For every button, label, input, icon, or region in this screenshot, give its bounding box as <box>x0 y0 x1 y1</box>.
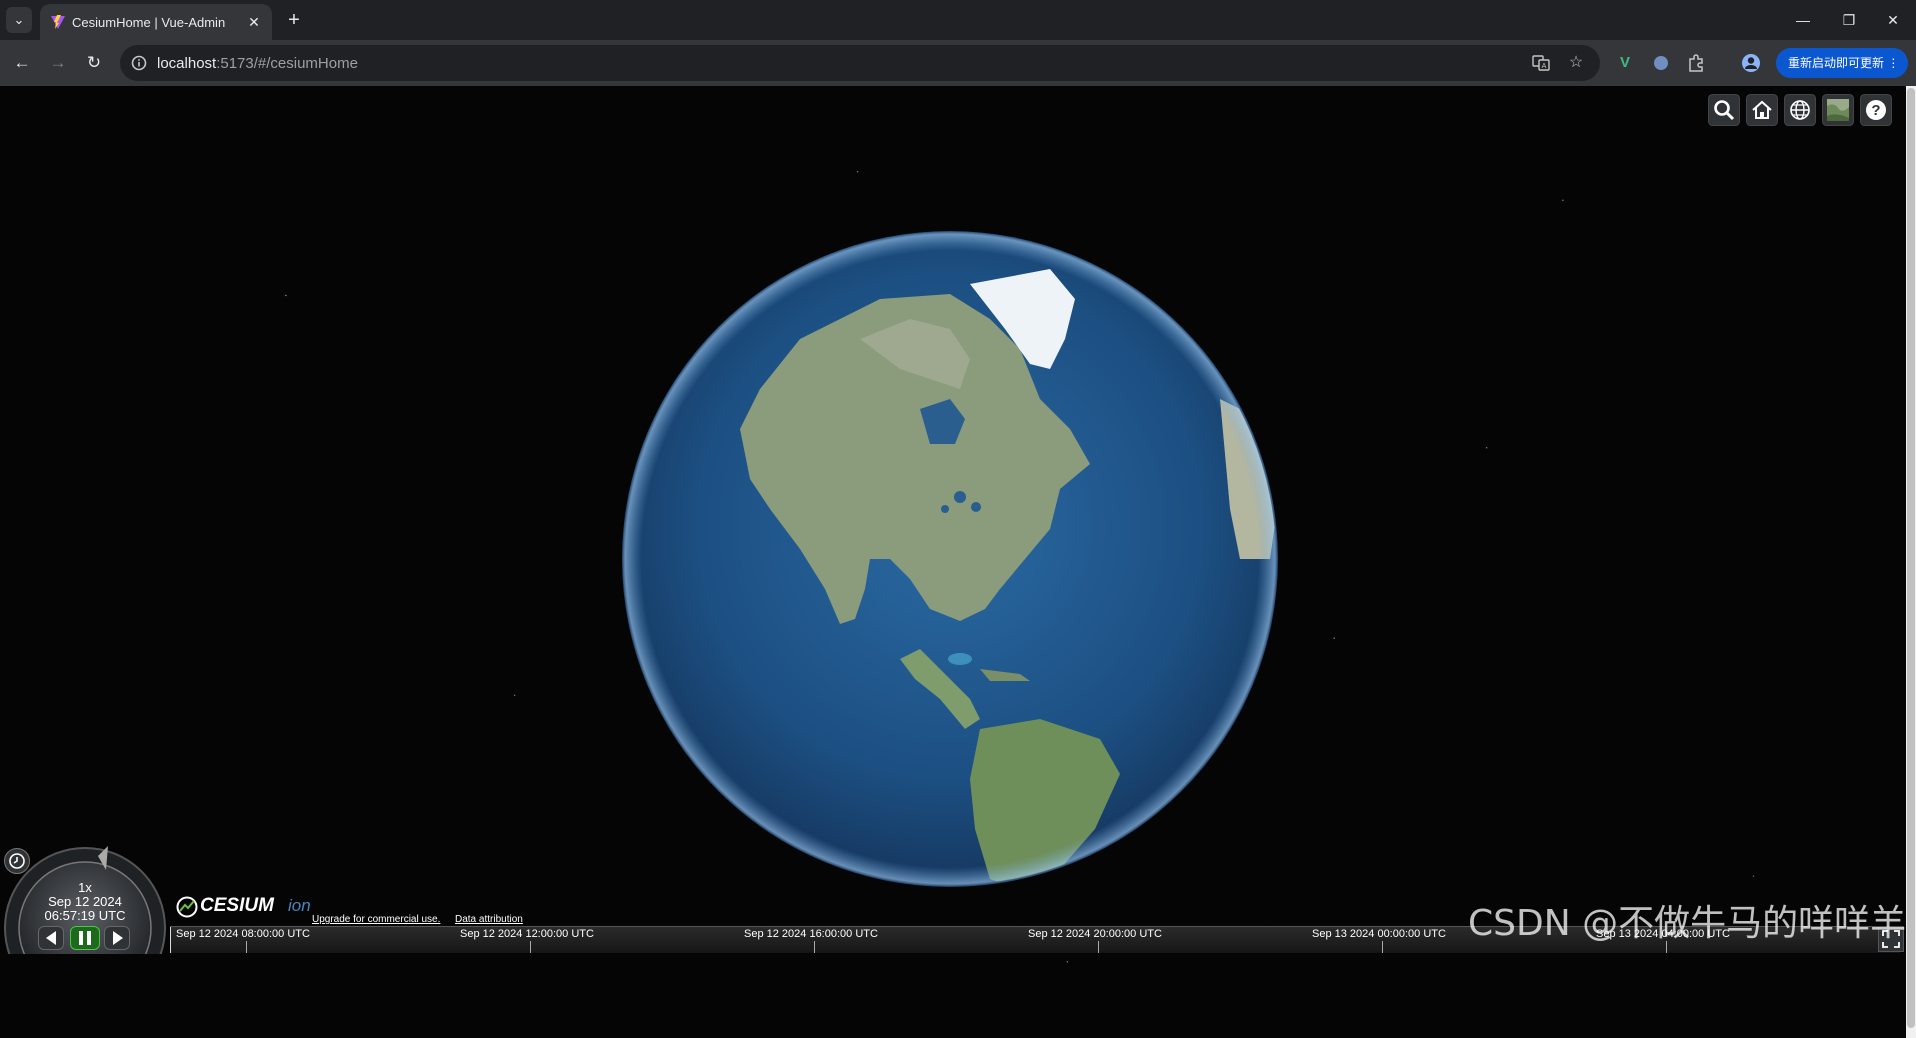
help-icon: ? <box>1866 100 1886 120</box>
geocoder-search-button[interactable] <box>1708 94 1740 126</box>
pause-icon <box>79 931 91 945</box>
scrollbar-thumb[interactable] <box>1907 88 1915 1028</box>
profile-icon[interactable] <box>1740 52 1762 74</box>
csdn-watermark: CSDN @不做牛马的咩咩羊 <box>1468 903 1907 944</box>
timeline-label: Sep 12 2024 16:00:00 UTC <box>744 928 878 940</box>
svg-text:?: ? <box>1871 102 1880 119</box>
window-close-button[interactable]: ✕ <box>1870 0 1916 40</box>
timeline-label: Sep 12 2024 12:00:00 UTC <box>460 928 594 940</box>
data-attribution-link[interactable]: Data attribution <box>455 914 523 925</box>
timeline-tick <box>814 941 815 953</box>
timeline-tick <box>246 941 247 953</box>
extension-circle-icon[interactable] <box>1650 52 1672 74</box>
animation-time: 06:57:19 UTC <box>44 908 126 923</box>
reload-button[interactable]: ↻ <box>82 51 106 75</box>
upgrade-commercial-link[interactable]: Upgrade for commercial use. <box>312 914 440 925</box>
play-reverse-button[interactable] <box>38 926 64 950</box>
home-icon <box>1752 100 1772 119</box>
geocoder-search-icon <box>1714 100 1735 121</box>
url-text[interactable]: localhost:5173/#/cesiumHome <box>157 55 358 72</box>
navigation-help-button[interactable]: ? <box>1860 94 1892 126</box>
new-tab-button[interactable]: + <box>282 8 306 32</box>
scene-mode-picker-button[interactable] <box>1784 94 1816 126</box>
play-forward-icon <box>113 931 123 945</box>
vue-devtools-icon[interactable]: V <box>1614 52 1636 74</box>
scene-mode-globe-icon <box>1790 100 1810 120</box>
browser-toolbar: ← → ↻ localhost:5173/#/cesiumHome A ☆ V … <box>0 40 1916 86</box>
realtime-clock-icon[interactable] <box>4 848 30 874</box>
timeline-tick <box>530 941 531 953</box>
pause-button[interactable] <box>70 926 100 950</box>
play-forward-button[interactable] <box>104 926 130 950</box>
window-restore-button[interactable]: ❐ <box>1826 0 1872 40</box>
timeline-tick <box>1382 941 1383 953</box>
tab-strip: ⌄ CesiumHome | Vue-Admin ✕ + — ❐ ✕ <box>0 0 1916 40</box>
timeline-label: Sep 12 2024 20:00:00 UTC <box>1028 928 1162 940</box>
forward-button[interactable]: → <box>46 51 70 75</box>
timeline-label: Sep 12 2024 08:00:00 UTC <box>176 928 310 940</box>
bookmark-star-icon[interactable]: ☆ <box>1567 54 1585 72</box>
tab-search-chevron-icon[interactable]: ⌄ <box>6 7 32 33</box>
svg-text:A: A <box>1542 63 1547 70</box>
window-minimize-button[interactable]: — <box>1780 0 1826 40</box>
timeline-label: Sep 13 2024 00:00:00 UTC <box>1312 928 1446 940</box>
translate-icon[interactable]: A <box>1532 54 1550 72</box>
cesium-logo-icon <box>176 896 198 918</box>
base-layer-picker-icon <box>1827 99 1849 121</box>
timeline-needle[interactable] <box>170 927 171 953</box>
vite-logo-icon <box>51 15 65 29</box>
cesium-logo-text: CESIUM <box>200 895 274 916</box>
page-scrollbar[interactable] <box>1906 86 1916 1038</box>
url-path: :5173/#/cesiumHome <box>216 55 358 72</box>
tab-title: CesiumHome | Vue-Admin <box>72 15 226 30</box>
extensions-puzzle-icon[interactable] <box>1686 52 1708 74</box>
cesium-ion-logo[interactable]: CESIUM ion <box>176 895 314 919</box>
cesium-logo-ion: ion <box>288 896 311 915</box>
back-button[interactable]: ← <box>10 51 34 75</box>
address-bar[interactable]: localhost:5173/#/cesiumHome A ☆ <box>120 45 1600 81</box>
site-info-icon[interactable] <box>130 54 148 72</box>
browser-tab[interactable]: CesiumHome | Vue-Admin ✕ <box>40 4 272 40</box>
tab-close-icon[interactable]: ✕ <box>244 12 264 32</box>
home-button[interactable] <box>1746 94 1778 126</box>
timeline-tick <box>1098 941 1099 953</box>
animation-speed: 1x <box>78 880 92 895</box>
base-layer-picker-button[interactable] <box>1822 94 1854 126</box>
earth-globe[interactable] <box>620 229 1280 889</box>
play-reverse-icon <box>46 931 56 945</box>
animation-date: Sep 12 2024 <box>48 894 122 909</box>
relaunch-to-update-button[interactable]: 重新启动即可更新 ⋮ <box>1776 48 1908 78</box>
url-host: localhost <box>157 55 217 72</box>
